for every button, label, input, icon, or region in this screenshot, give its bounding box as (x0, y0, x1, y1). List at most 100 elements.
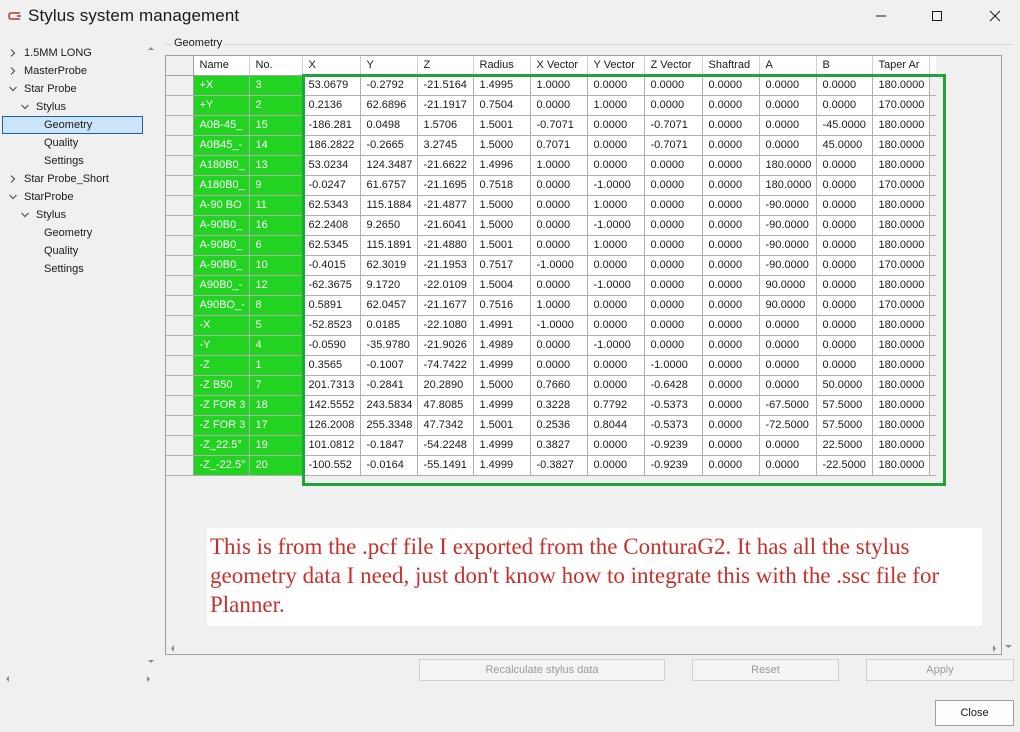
cell-z[interactable]: -21.1695 (417, 175, 474, 196)
cell-shaftrad[interactable]: 0.0000 (702, 215, 760, 236)
cell-y-vector[interactable]: 0.0000 (587, 75, 645, 96)
cell-x[interactable]: 0.2136 (302, 95, 361, 116)
cell-radius[interactable]: 1.5001 (473, 415, 531, 436)
cell-x[interactable]: 126.2008 (302, 415, 361, 436)
cell-y[interactable]: 9.1720 (360, 275, 418, 296)
cell-b[interactable]: 50.0000 (816, 375, 873, 396)
cell-y[interactable]: 115.1891 (360, 235, 418, 256)
cell-name[interactable]: -X (193, 315, 250, 336)
column-header[interactable]: X Vector (530, 56, 588, 76)
cell-z-vector[interactable]: -0.6428 (644, 375, 703, 396)
cell-no-[interactable]: 13 (249, 155, 303, 176)
cell-radius[interactable]: 1.5000 (473, 135, 531, 156)
table-row[interactable]: A-90B0_ 10 -0.4015 62.3019 -21.1953 0.7517 -1.… (166, 255, 936, 276)
minimize-button[interactable] (856, 0, 906, 32)
table-row[interactable]: -Z_22.5° 19 101.0812 -0.1847 -54.2248 1.4999 0… (166, 435, 936, 456)
chevron-right-icon[interactable] (8, 48, 18, 58)
apply-button[interactable]: Apply (866, 659, 1014, 681)
cell-z[interactable]: -21.1677 (417, 295, 474, 316)
cell-radius[interactable]: 1.4999 (473, 455, 531, 476)
column-header[interactable]: Shaftrad (702, 56, 760, 76)
tree-item-stylus[interactable]: Stylus (20, 98, 150, 116)
table-row[interactable]: -X 5 -52.8523 0.0185 -22.1080 1.4991 -1.0000 0.… (166, 315, 936, 336)
stylus-tree[interactable]: 1.5MM LONG MasterProbe Star Probe Stylus Geo… (0, 42, 160, 686)
cell-y[interactable]: -0.0164 (360, 455, 418, 476)
cell-x-vector[interactable]: 0.0000 (530, 275, 588, 296)
cell-x-vector[interactable]: -1.0000 (530, 255, 588, 276)
cell-x[interactable]: 0.3565 (302, 355, 361, 376)
cell-x-vector[interactable]: 0.0000 (530, 355, 588, 376)
cell-taper-ar[interactable]: 180.0000 (872, 275, 930, 296)
cell-b[interactable]: 0.0000 (816, 235, 873, 256)
cell-shaftrad[interactable]: 0.0000 (702, 335, 760, 356)
cell-x-vector[interactable]: 0.2536 (530, 415, 588, 436)
cell-z[interactable]: 47.7342 (417, 415, 474, 436)
cell-name[interactable]: -Y (193, 335, 250, 356)
cell-radius[interactable]: 0.7518 (473, 175, 531, 196)
tree-item-quality[interactable]: Quality (44, 242, 150, 260)
cell-shaftrad[interactable]: 0.0000 (702, 115, 760, 136)
cell-shaftrad[interactable]: 0.0000 (702, 375, 760, 396)
cell-name[interactable]: +Y (193, 95, 250, 116)
cell-name[interactable]: A90B0_- (193, 275, 250, 296)
row-header[interactable] (166, 335, 194, 356)
tree-item-star-probe-short[interactable]: Star Probe_Short (8, 170, 150, 188)
tree-item-geometry[interactable]: Geometry (44, 224, 150, 242)
cell-y-vector[interactable]: 0.0000 (587, 455, 645, 476)
cell-x-vector[interactable]: 0.0000 (530, 195, 588, 216)
table-row[interactable]: -Z FOR 3 18 142.5552 243.5834 47.8085 1.4999 0… (166, 395, 936, 416)
cell-z[interactable]: 20.2890 (417, 375, 474, 396)
cell-z-vector[interactable]: 0.0000 (644, 275, 703, 296)
cell-taper-ar[interactable]: 170.0000 (872, 255, 930, 276)
cell-no-[interactable]: 12 (249, 275, 303, 296)
cell-name[interactable]: -Z_-22.5° (193, 455, 250, 476)
cell-radius[interactable]: 1.4991 (473, 315, 531, 336)
cell-no-[interactable]: 11 (249, 195, 303, 216)
cell-radius[interactable]: 1.5000 (473, 215, 531, 236)
table-row[interactable]: -Z_-22.5° 20 -100.552 -0.0164 -55.1491 1.4999… (166, 455, 936, 476)
tree-item-stylus[interactable]: Stylus (20, 206, 150, 224)
chevron-down-icon[interactable] (20, 102, 30, 112)
cell-radius[interactable]: 1.4989 (473, 335, 531, 356)
cell-y-vector[interactable]: 0.0000 (587, 315, 645, 336)
cell-x[interactable]: 53.0679 (302, 75, 361, 96)
table-row[interactable]: +Y 2 0.2136 62.6896 -21.1917 0.7504 0.0000 1.00… (166, 95, 936, 116)
cell-b[interactable]: 22.5000 (816, 435, 873, 456)
cell-x[interactable]: 186.2822 (302, 135, 361, 156)
cell-name[interactable]: +X (193, 75, 250, 96)
cell-shaftrad[interactable]: 0.0000 (702, 355, 760, 376)
cell-y[interactable]: 0.0498 (360, 115, 418, 136)
table-row[interactable]: +X 3 53.0679 -0.2792 -21.5164 1.4995 1.0000 0.0… (166, 75, 936, 96)
cell-shaftrad[interactable]: 0.0000 (702, 435, 760, 456)
cell-b[interactable]: 0.0000 (816, 295, 873, 316)
cell-x[interactable]: -52.8523 (302, 315, 361, 336)
cell-no-[interactable]: 19 (249, 435, 303, 456)
cell-no-[interactable]: 15 (249, 115, 303, 136)
cell-y-vector[interactable]: 0.0000 (587, 155, 645, 176)
cell-shaftrad[interactable]: 0.0000 (702, 415, 760, 436)
cell-radius[interactable]: 0.7516 (473, 295, 531, 316)
cell-a[interactable]: 0.0000 (759, 315, 817, 336)
cell-radius[interactable]: 1.4999 (473, 435, 531, 456)
cell-x-vector[interactable]: -0.3827 (530, 455, 588, 476)
cell-z-vector[interactable]: 0.0000 (644, 95, 703, 116)
column-header[interactable]: No. (249, 56, 303, 76)
cell-z[interactable]: 47.8085 (417, 395, 474, 416)
cell-a[interactable]: -67.5000 (759, 395, 817, 416)
cell-a[interactable]: 0.0000 (759, 455, 817, 476)
cell-no-[interactable]: 5 (249, 315, 303, 336)
cell-no-[interactable]: 1 (249, 355, 303, 376)
cell-y[interactable]: -0.1847 (360, 435, 418, 456)
cell-y-vector[interactable]: -1.0000 (587, 335, 645, 356)
cell-b[interactable]: 0.0000 (816, 255, 873, 276)
cell-taper-ar[interactable]: 170.0000 (872, 95, 930, 116)
cell-x[interactable]: -0.0590 (302, 335, 361, 356)
row-header[interactable] (166, 135, 194, 156)
cell-radius[interactable]: 0.7517 (473, 255, 531, 276)
column-header[interactable]: Z Vector (644, 56, 703, 76)
cell-z-vector[interactable]: 0.0000 (644, 315, 703, 336)
cell-x-vector[interactable]: 1.0000 (530, 295, 588, 316)
row-header[interactable] (166, 235, 194, 256)
cell-radius[interactable]: 1.4996 (473, 155, 531, 176)
cell-b[interactable]: 0.0000 (816, 175, 873, 196)
